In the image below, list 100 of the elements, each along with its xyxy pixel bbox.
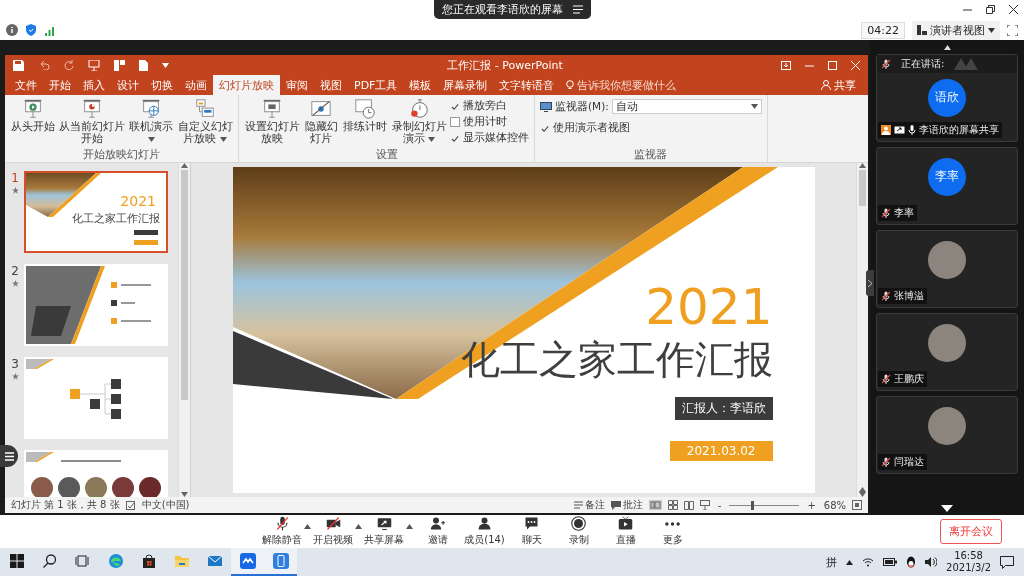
shield-icon[interactable] bbox=[25, 24, 37, 36]
penguin-icon[interactable] bbox=[906, 556, 917, 568]
video-tile[interactable]: 张博溢 bbox=[876, 230, 1018, 308]
ribbon-button[interactable]: 录制幻灯片演示 bbox=[391, 98, 447, 144]
clock-date[interactable]: 2021/3/2 bbox=[946, 562, 991, 574]
notes-button[interactable]: 备注 bbox=[573, 498, 605, 512]
redo-icon[interactable] bbox=[64, 60, 74, 70]
zoom-in-button[interactable]: + bbox=[805, 499, 818, 511]
ribbon-tab[interactable]: 文件 bbox=[9, 75, 43, 95]
ribbon-button[interactable]: 从头开始 bbox=[10, 98, 56, 132]
scrollbar[interactable] bbox=[178, 163, 190, 497]
toolbar-button[interactable]: 解除静音 bbox=[262, 516, 302, 547]
ribbon-button[interactable]: 排练计时 bbox=[342, 98, 388, 132]
ribbon-tab[interactable]: 切换 bbox=[145, 75, 179, 95]
menu-caret-icon[interactable] bbox=[406, 523, 413, 529]
share-button[interactable]: 共享 bbox=[813, 75, 864, 95]
checkbox[interactable]: 使用演示者视图 bbox=[540, 121, 762, 135]
ribbon-tab[interactable]: 幻灯片放映 bbox=[213, 75, 280, 95]
ribbon-tab[interactable]: 开始 bbox=[43, 75, 77, 95]
spellcheck-icon[interactable] bbox=[125, 500, 136, 510]
wifi-icon[interactable] bbox=[862, 557, 875, 567]
caret-icon[interactable] bbox=[988, 27, 995, 33]
menu-caret-icon[interactable] bbox=[355, 523, 362, 529]
normal-view-icon[interactable] bbox=[648, 500, 662, 510]
restore-icon[interactable] bbox=[986, 5, 995, 14]
ribbon-tab[interactable]: 模板 bbox=[403, 75, 438, 95]
ribbon-tab[interactable]: 设计 bbox=[111, 75, 145, 95]
toolbar-button[interactable]: 邀请 bbox=[427, 516, 448, 547]
toolbar-button[interactable]: 更多 bbox=[662, 516, 683, 547]
checkbox[interactable]: 显示媒体控件 bbox=[450, 131, 529, 145]
scrollbar-thumb[interactable] bbox=[181, 170, 188, 400]
signal-icon[interactable] bbox=[44, 24, 56, 36]
tell-me-field[interactable]: 告诉我你想要做什么 bbox=[566, 75, 677, 95]
slide-thumbnail[interactable] bbox=[24, 357, 168, 439]
monitor-dropdown[interactable]: 自动 bbox=[611, 99, 762, 114]
language-label[interactable]: 中文(中国) bbox=[141, 498, 190, 512]
video-tile[interactable]: 正在讲话: 语欣 李语欣的屏幕共享 bbox=[876, 54, 1018, 142]
save-icon[interactable] bbox=[13, 59, 24, 71]
leave-meeting-button[interactable]: 离开会议 bbox=[940, 519, 1002, 544]
toolbar-button[interactable]: 共享屏幕 bbox=[364, 516, 404, 547]
view-mode-button[interactable]: 演讲者视图 bbox=[912, 20, 1000, 40]
toolbar-button[interactable]: 聊天 bbox=[521, 516, 542, 547]
ribbon-tab[interactable]: 动画 bbox=[179, 75, 213, 95]
caret-icon[interactable] bbox=[750, 104, 758, 109]
scrollbar[interactable] bbox=[856, 163, 868, 497]
clock-time[interactable]: 16:58 bbox=[954, 550, 983, 562]
scrollbar-thumb[interactable] bbox=[859, 170, 866, 206]
menu-caret-icon[interactable] bbox=[304, 523, 311, 529]
info-icon[interactable] bbox=[6, 24, 18, 36]
ribbon-display-icon[interactable] bbox=[781, 60, 791, 70]
maximize-icon[interactable] bbox=[828, 60, 837, 70]
battery-icon[interactable] bbox=[883, 558, 898, 566]
panel-toggle-handle[interactable] bbox=[866, 270, 874, 296]
checkbox[interactable]: 播放旁白 bbox=[450, 99, 529, 113]
ribbon-button[interactable]: 设置幻灯片放映 bbox=[244, 98, 300, 144]
input-method-indicator[interactable]: 拼 bbox=[826, 554, 838, 570]
scroll-down-icon[interactable] bbox=[941, 504, 953, 512]
zoom-out-button[interactable]: - bbox=[715, 499, 724, 511]
volume-icon[interactable] bbox=[925, 557, 938, 567]
slide-thumbnail[interactable]: 2021 化工之家工作汇报 bbox=[24, 171, 168, 253]
toolbar-button[interactable]: 录制 bbox=[568, 516, 589, 547]
grid-view-icon[interactable] bbox=[667, 500, 678, 510]
tray-expand-icon[interactable] bbox=[846, 559, 854, 565]
checkbox-box[interactable] bbox=[450, 117, 460, 127]
ribbon-tab[interactable]: 视图 bbox=[314, 75, 348, 95]
dropdown-caret-icon[interactable] bbox=[219, 137, 227, 142]
customize-caret-icon[interactable] bbox=[162, 62, 169, 68]
dropdown-caret-icon[interactable] bbox=[428, 137, 436, 142]
presentation-icon[interactable] bbox=[88, 59, 100, 71]
scroll-up-icon[interactable] bbox=[943, 44, 951, 50]
toolbar-button[interactable]: 成员(14) bbox=[464, 516, 505, 547]
notification-icon[interactable] bbox=[1000, 555, 1014, 569]
undo-icon[interactable] bbox=[38, 60, 50, 70]
dropdown-caret-icon[interactable] bbox=[147, 137, 155, 142]
fullscreen-icon[interactable] bbox=[1007, 24, 1018, 36]
video-tile[interactable]: 李率 李率 bbox=[876, 147, 1018, 225]
ribbon-tab[interactable]: 插入 bbox=[77, 75, 111, 95]
ribbon-tab[interactable]: 屏幕录制 bbox=[437, 75, 494, 95]
menu-icon[interactable] bbox=[572, 5, 583, 14]
comments-button[interactable]: 批注 bbox=[610, 498, 643, 512]
ribbon-button[interactable]: 自定义幻灯片放映 bbox=[177, 98, 233, 144]
floating-menu-button[interactable] bbox=[0, 445, 18, 467]
slide-thumbnail[interactable] bbox=[24, 264, 168, 346]
layout-icon[interactable] bbox=[114, 59, 125, 71]
ribbon-tab[interactable]: PDF工具 bbox=[348, 75, 404, 95]
zoom-slider-thumb[interactable] bbox=[750, 500, 754, 510]
fit-slide-icon[interactable] bbox=[852, 500, 862, 510]
ribbon-tab[interactable]: 文字转语音 bbox=[493, 75, 561, 95]
previous-slide-icon[interactable] bbox=[859, 487, 866, 492]
checkbox[interactable]: 使用计时 bbox=[450, 115, 529, 129]
ribbon-tab[interactable]: 审阅 bbox=[280, 75, 314, 95]
document-icon[interactable] bbox=[139, 59, 148, 71]
slideshow-icon[interactable] bbox=[699, 500, 710, 510]
toolbar-button[interactable]: 直播 bbox=[615, 516, 636, 547]
zoom-percentage[interactable]: 68% bbox=[823, 499, 846, 511]
toolbar-button[interactable]: 开启视频 bbox=[313, 516, 353, 547]
ribbon-button[interactable]: 隐藏幻灯片 bbox=[303, 98, 339, 144]
video-tile[interactable]: 闫瑞达 bbox=[876, 396, 1018, 474]
close-icon[interactable] bbox=[1009, 5, 1018, 14]
ribbon-button[interactable]: 从当前幻灯片开始 bbox=[59, 98, 125, 144]
